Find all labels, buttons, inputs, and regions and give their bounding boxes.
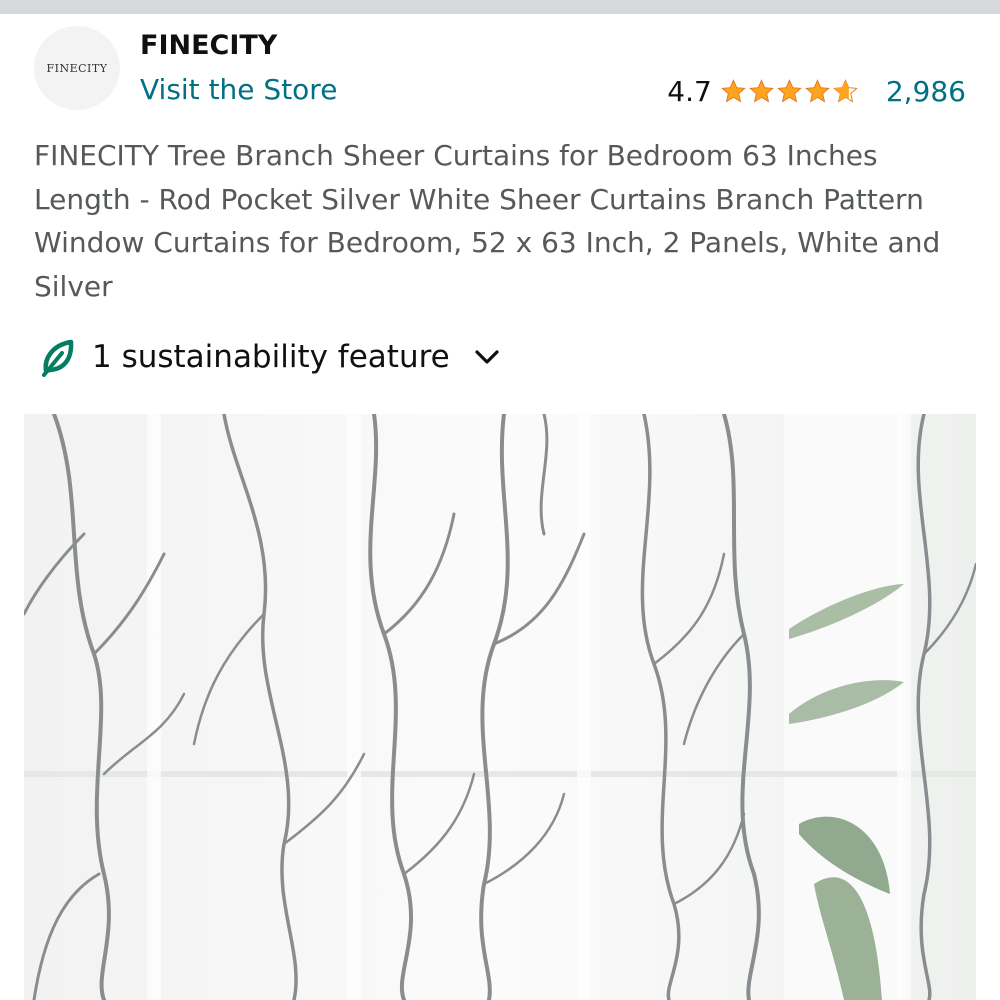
star-rating[interactable]	[720, 78, 860, 105]
star-icon	[720, 78, 746, 102]
top-divider-bar	[0, 0, 1000, 14]
star-icon	[748, 78, 774, 102]
brand-name: FINECITY	[140, 30, 278, 61]
rating-count-link[interactable]: 2,986	[886, 75, 966, 108]
curtain-photo	[24, 414, 976, 1000]
top-divider-gap	[0, 14, 1000, 16]
star-icon	[776, 78, 802, 102]
star-icon	[804, 78, 830, 102]
product-title: FINECITY Tree Branch Sheer Curtains for …	[34, 139, 941, 303]
store-logo-text: FINECITY	[46, 61, 108, 75]
sustainability-label: 1 sustainability feature	[92, 339, 450, 375]
store-logo[interactable]: FINECITY	[34, 26, 120, 110]
leaf-icon	[42, 339, 74, 377]
sustainability-feature-toggle[interactable]: 1 sustainability feature	[40, 334, 500, 380]
rating-summary[interactable]: 4.7 2,986	[667, 72, 966, 110]
chevron-down-icon	[475, 350, 499, 364]
rating-value: 4.7	[667, 74, 712, 108]
half-star-icon	[832, 78, 858, 102]
visit-store-link[interactable]: Visit the Store	[140, 73, 337, 106]
product-image[interactable]	[24, 414, 976, 1000]
